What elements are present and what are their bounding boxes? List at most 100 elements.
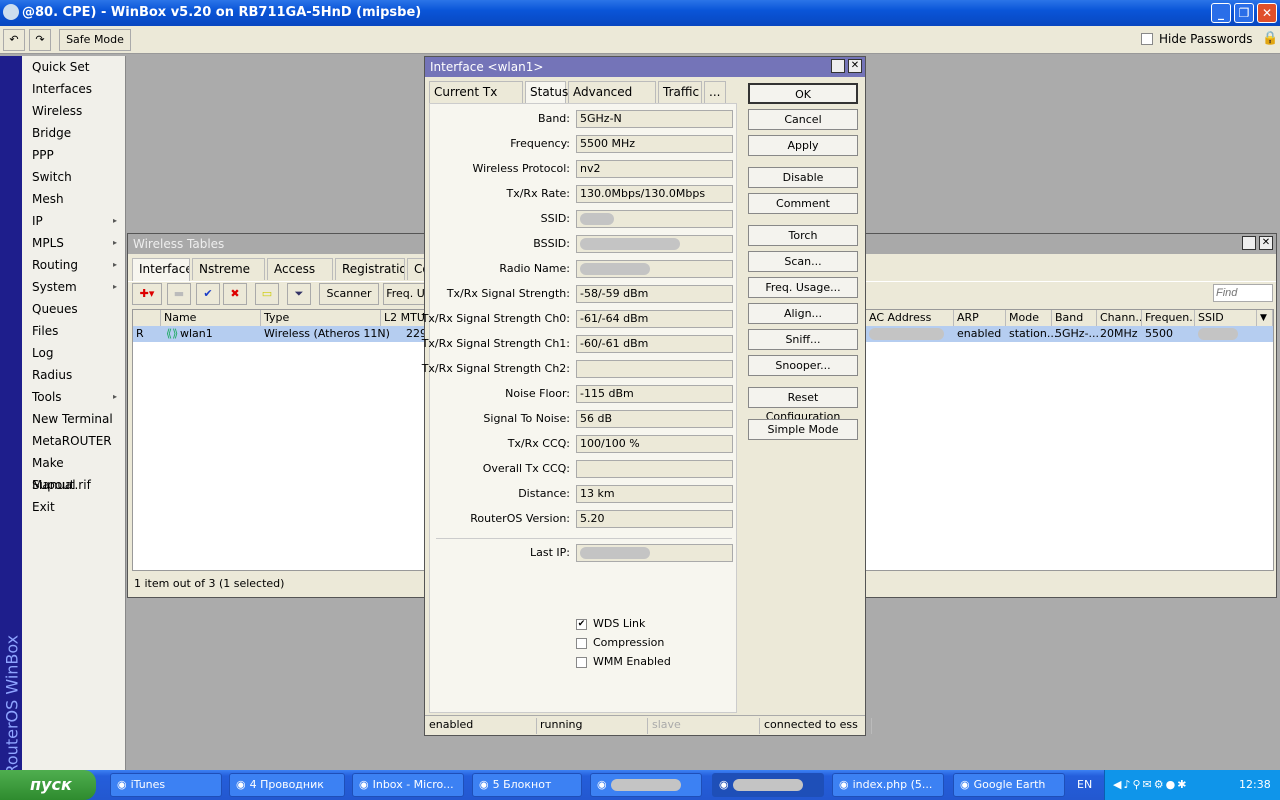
row-channel: 20MHz xyxy=(1100,327,1138,340)
menu-item-files[interactable]: Files xyxy=(22,320,125,342)
field-ssid: SSID: xyxy=(430,210,740,228)
tab-registration[interactable]: Registration xyxy=(335,258,405,280)
menu-item-mesh[interactable]: Mesh xyxy=(22,188,125,210)
enable-button[interactable]: ✔ xyxy=(196,283,220,305)
redo-button[interactable]: ↷ xyxy=(29,29,51,51)
menu-item-manual[interactable]: Manual xyxy=(22,474,125,496)
taskbar-button-7[interactable]: ◉ Google Earth xyxy=(953,773,1065,797)
menu-item-exit[interactable]: Exit xyxy=(22,496,125,518)
menu-item-mpls[interactable]: MPLS ▸ xyxy=(22,232,125,254)
checkbox-wmm-enabled[interactable]: WMM Enabled xyxy=(576,655,671,668)
add-button[interactable]: ✚▾ xyxy=(132,283,162,305)
field-value: 100/100 % xyxy=(576,435,733,453)
columns-dropdown-icon[interactable]: ▼ xyxy=(1257,310,1273,326)
minimize-button[interactable]: _ xyxy=(1211,3,1231,23)
app-icon: ◉ xyxy=(719,778,729,791)
col-mode[interactable]: Mode xyxy=(1006,310,1052,326)
disable-button[interactable]: Disable xyxy=(748,167,858,188)
tab-interfaces[interactable]: Interfaces xyxy=(132,258,190,282)
status-1: running xyxy=(540,718,648,734)
taskbar-button-4[interactable]: ◉ xyxy=(590,773,702,797)
comment-button[interactable]: ▭ xyxy=(255,283,279,305)
maximize-button[interactable] xyxy=(1242,236,1256,250)
taskbar-button-6[interactable]: ◉ index.php (5... xyxy=(832,773,944,797)
reset-configuration-button[interactable]: Reset Configuration xyxy=(748,387,858,423)
undo-button[interactable]: ↶ xyxy=(3,29,25,51)
tab-advanced-status[interactable]: Advanced Status xyxy=(568,81,656,119)
close-button[interactable]: ✕ xyxy=(1257,3,1277,23)
maximize-button[interactable]: ❐ xyxy=(1234,3,1254,23)
tray-icons[interactable]: ◀♪⚲✉⚙●✱ xyxy=(1113,778,1188,791)
find-input[interactable] xyxy=(1213,284,1273,302)
field-tx-rx-signal-strength-ch2: Tx/Rx Signal Strength Ch2: xyxy=(422,360,740,378)
menu-item-quick-set[interactable]: Quick Set xyxy=(22,56,125,78)
col-type[interactable]: Type xyxy=(261,310,381,326)
col-ssid[interactable]: SSID xyxy=(1195,310,1257,326)
taskbar-button-3[interactable]: ◉ 5 Блокнот xyxy=(472,773,582,797)
freq-usage-button[interactable]: Freq. Usage... xyxy=(748,277,858,298)
close-button[interactable]: ✕ xyxy=(1259,236,1273,250)
torch-button[interactable]: Torch xyxy=(748,225,858,246)
tab-status[interactable]: Status xyxy=(525,81,568,105)
filter-button[interactable]: ⏷ xyxy=(287,283,311,305)
menu-item-wireless[interactable]: Wireless xyxy=(22,100,125,122)
menu-item-system[interactable]: System ▸ xyxy=(22,276,125,298)
tab--[interactable]: ... xyxy=(704,81,726,103)
hide-passwords-checkbox[interactable] xyxy=(1141,33,1153,45)
tab-current-tx-power[interactable]: Current Tx Power xyxy=(429,81,523,119)
tab-traffic[interactable]: Traffic xyxy=(658,81,702,103)
col-name[interactable]: Name xyxy=(161,310,261,326)
col-mac[interactable]: AC Address xyxy=(866,310,954,326)
col-frequency[interactable]: Frequen... xyxy=(1142,310,1195,326)
menu-item-new-terminal[interactable]: New Terminal xyxy=(22,408,125,430)
menu-item-label: MPLS xyxy=(32,236,64,250)
menu-item-metarouter[interactable]: MetaROUTER xyxy=(22,430,125,452)
sniff-button[interactable]: Sniff... xyxy=(748,329,858,350)
checkbox[interactable] xyxy=(576,656,587,668)
start-button[interactable]: пуск xyxy=(0,770,96,800)
taskbar-button-2[interactable]: ◉ Inbox - Micro... xyxy=(352,773,464,797)
menu-item-bridge[interactable]: Bridge xyxy=(22,122,125,144)
checkbox-wds-link[interactable]: ✔ WDS Link xyxy=(576,617,645,630)
ok-button[interactable]: OK xyxy=(748,83,858,104)
field-label: Frequency: xyxy=(510,137,570,150)
simple-mode-button[interactable]: Simple Mode xyxy=(748,419,858,440)
safe-mode-button[interactable]: Safe Mode xyxy=(59,29,131,51)
scan-button[interactable]: Scan... xyxy=(748,251,858,272)
maximize-button[interactable] xyxy=(831,59,845,73)
col-l2mtu[interactable]: L2 MTU xyxy=(381,310,426,326)
col-channel[interactable]: Chann... xyxy=(1097,310,1142,326)
checkbox[interactable] xyxy=(576,637,587,649)
align-button[interactable]: Align... xyxy=(748,303,858,324)
menu-item-ppp[interactable]: PPP xyxy=(22,144,125,166)
col-arp[interactable]: ARP xyxy=(954,310,1006,326)
menu-item-label: Radius xyxy=(32,368,73,382)
snooper-button[interactable]: Snooper... xyxy=(748,355,858,376)
disable-button[interactable]: ✖ xyxy=(223,283,247,305)
checkbox-compression[interactable]: Compression xyxy=(576,636,664,649)
cancel-button[interactable]: Cancel xyxy=(748,109,858,130)
taskbar-button-0[interactable]: ◉ iTunes xyxy=(110,773,222,797)
menu-item-make-supout-rif[interactable]: Make Supout.rif xyxy=(22,452,125,492)
scanner-button[interactable]: Scanner xyxy=(319,283,379,305)
close-button[interactable]: ✕ xyxy=(848,59,862,73)
menu-item-radius[interactable]: Radius xyxy=(22,364,125,386)
menu-item-ip[interactable]: IP ▸ xyxy=(22,210,125,232)
col-band[interactable]: Band xyxy=(1052,310,1097,326)
menu-item-tools[interactable]: Tools ▸ xyxy=(22,386,125,408)
checkbox[interactable]: ✔ xyxy=(576,618,587,630)
remove-button[interactable]: ▬ xyxy=(167,283,191,305)
menu-item-log[interactable]: Log xyxy=(22,342,125,364)
tab-nstreme-dual[interactable]: Nstreme Dual xyxy=(192,258,265,280)
tab-access-list[interactable]: Access List xyxy=(267,258,333,280)
menu-item-queues[interactable]: Queues xyxy=(22,298,125,320)
taskbar-button-1[interactable]: ◉ 4 Проводник xyxy=(229,773,345,797)
menu-item-switch[interactable]: Switch xyxy=(22,166,125,188)
menu-item-interfaces[interactable]: Interfaces xyxy=(22,78,125,100)
menu-item-routing[interactable]: Routing ▸ xyxy=(22,254,125,276)
apply-button[interactable]: Apply xyxy=(748,135,858,156)
freq-usage-button[interactable]: Freq. U xyxy=(383,283,428,305)
language-indicator[interactable]: EN xyxy=(1077,778,1092,791)
taskbar-button-5[interactable]: ◉ xyxy=(712,773,824,797)
comment-button[interactable]: Comment xyxy=(748,193,858,214)
